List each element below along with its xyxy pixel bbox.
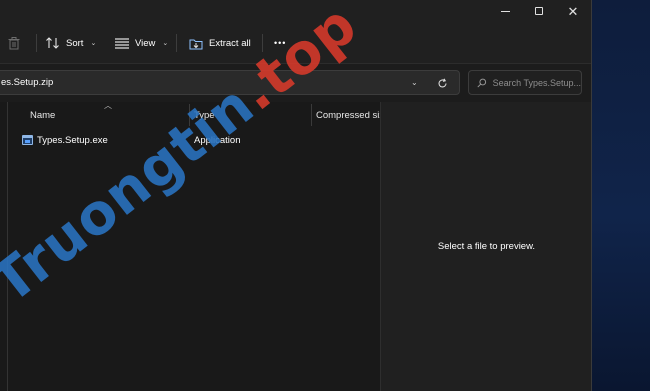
close-icon: ✕ <box>567 3 579 19</box>
column-label: Compressed size <box>316 109 380 121</box>
column-separator[interactable] <box>311 104 312 126</box>
maximize-button[interactable] <box>522 0 556 22</box>
chevron-down-icon[interactable]: ⌄ <box>411 78 418 87</box>
application-icon <box>22 135 33 145</box>
content-area: ︿ Name Type Compressed size Types.Setup.… <box>0 102 591 391</box>
column-header-compressed-size[interactable]: Compressed size <box>316 102 380 128</box>
toolbar-divider <box>262 34 263 52</box>
address-bar[interactable]: es.Setup.zip ⌄ <box>0 70 460 95</box>
column-label: Type <box>194 109 215 121</box>
preview-pane: Select a file to preview. <box>380 102 591 391</box>
preview-message: Select a file to preview. <box>437 241 536 252</box>
chevron-down-icon: ⌄ <box>90 40 97 47</box>
extract-all-label: Extract all <box>209 37 251 49</box>
sort-label: Sort <box>66 37 84 49</box>
trash-icon <box>8 36 20 49</box>
file-list: ︿ Name Type Compressed size Types.Setup.… <box>8 102 380 391</box>
delete-button[interactable] <box>8 31 20 55</box>
extract-folder-icon <box>189 39 203 49</box>
more-options-button[interactable]: ••• <box>274 31 286 55</box>
column-label: Name <box>30 109 56 121</box>
refresh-icon <box>437 78 447 87</box>
search-placeholder: Search Types.Setup... <box>492 77 581 88</box>
file-type-cell: Application <box>194 129 240 151</box>
search-icon <box>477 78 487 87</box>
file-name-cell: Types.Setup.exe <box>22 129 108 151</box>
sort-button[interactable]: Sort ⌄ <box>46 31 96 55</box>
more-icon: ••• <box>274 38 287 48</box>
minimize-icon <box>500 10 510 12</box>
minimize-button[interactable] <box>488 0 522 22</box>
toolbar-divider <box>36 34 37 52</box>
column-header-type[interactable]: Type <box>194 102 310 128</box>
refresh-button[interactable] <box>433 75 451 91</box>
file-row[interactable]: Types.Setup.exe Application <box>8 129 380 151</box>
desktop-background <box>592 0 650 391</box>
search-input[interactable]: Search Types.Setup... <box>468 70 582 95</box>
extract-all-button[interactable]: Extract all <box>189 31 251 55</box>
address-path: es.Setup.zip <box>1 77 54 88</box>
view-label: View <box>135 37 156 49</box>
maximize-icon <box>535 7 543 15</box>
title-bar: ✕ <box>0 0 591 22</box>
command-bar: Sort ⌄ View ⌄ Extract all ••• <box>0 22 591 64</box>
address-row: es.Setup.zip ⌄ Search Types.Setup... <box>0 64 591 102</box>
column-header-name[interactable]: Name <box>30 102 188 128</box>
column-separator[interactable] <box>189 104 190 126</box>
chevron-down-icon: ⌄ <box>162 40 169 47</box>
file-name: Types.Setup.exe <box>37 134 108 146</box>
close-button[interactable]: ✕ <box>556 0 590 22</box>
toolbar-divider <box>176 34 177 52</box>
view-icon <box>115 37 129 49</box>
sort-icon <box>46 37 59 49</box>
file-type: Application <box>194 134 241 146</box>
file-explorer-window: ✕ Sort ⌄ View ⌄ Extract all ••• es.Setup… <box>0 0 592 391</box>
navigation-pane[interactable] <box>0 102 8 391</box>
view-button[interactable]: View ⌄ <box>115 31 168 55</box>
